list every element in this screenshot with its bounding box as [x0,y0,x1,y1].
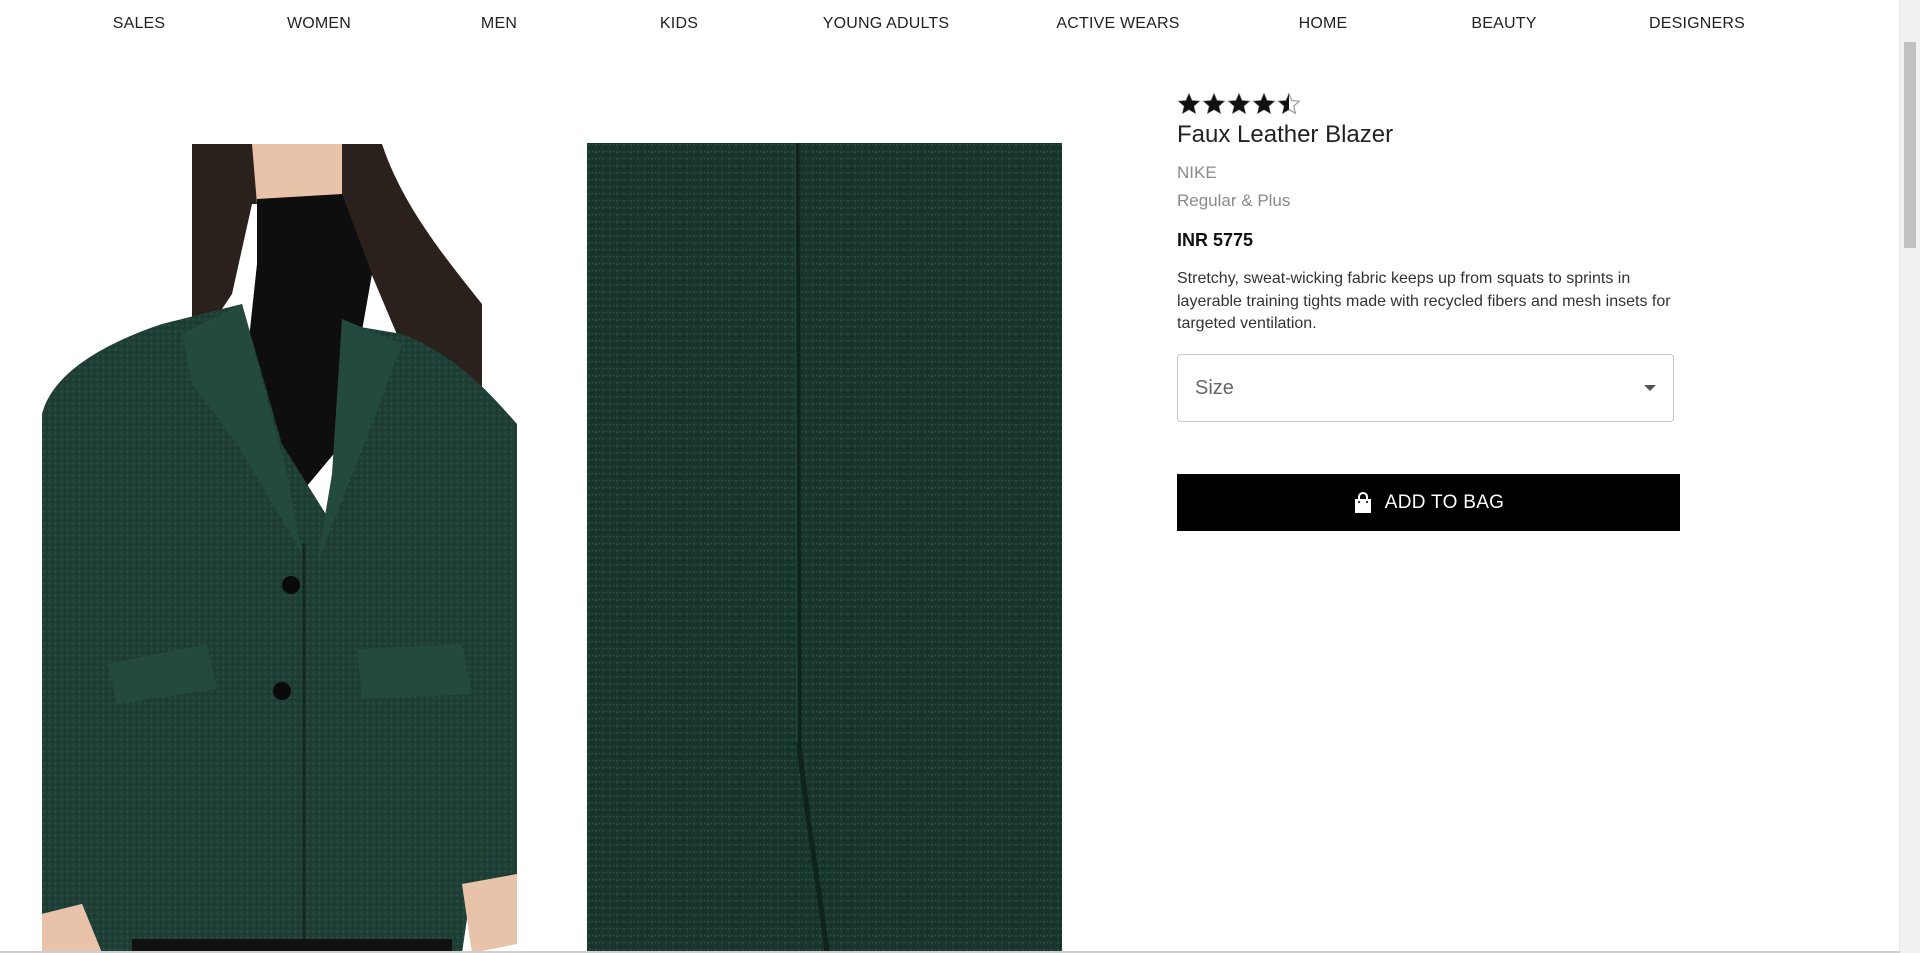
chevron-down-icon [1644,385,1656,391]
top-navigation: SALES WOMEN MEN KIDS YOUNG ADULTS ACTIVE… [0,0,1900,50]
nav-item-kids[interactable]: KIDS [660,15,698,33]
product-fit: Regular & Plus [1177,191,1291,210]
size-placeholder: Size [1195,377,1234,399]
nav-item-sales[interactable]: SALES [113,15,166,33]
star-full-icon [1177,92,1201,115]
nav-item-active-wears[interactable]: ACTIVE WEARS [1056,15,1179,33]
vertical-scrollbar[interactable] [1899,0,1920,953]
product-price: INR 5775 [1177,230,1254,250]
nav-item-beauty[interactable]: BEAUTY [1471,15,1536,33]
nav-item-men[interactable]: MEN [481,15,517,33]
nav-item-young-adults[interactable]: YOUNG ADULTS [823,15,950,33]
nav-item-home[interactable]: HOME [1299,15,1348,33]
product-image-fabric-closeup[interactable] [587,143,1062,953]
star-half-icon [1277,92,1301,115]
product-description: Stretchy, sweat-wicking fabric keeps up … [1177,270,1671,332]
product-brand: NIKE [1177,163,1217,182]
model-photo [42,144,517,953]
add-to-bag-label: ADD TO BAG [1384,491,1505,513]
star-full-icon [1227,92,1251,115]
star-full-icon [1252,92,1276,115]
shopping-bag-icon [1354,491,1371,513]
rating-stars [1177,92,1301,118]
add-to-bag-button[interactable]: ADD TO BAG [1177,474,1680,531]
nav-item-women[interactable]: WOMEN [287,15,351,33]
product-image-model[interactable] [42,144,517,953]
star-full-icon [1202,92,1226,115]
fabric-photo [587,143,1062,953]
product-title: Faux Leather Blazer [1177,121,1394,148]
size-select[interactable]: Size [1177,354,1674,422]
scrollbar-thumb[interactable] [1904,42,1916,248]
nav-item-designers[interactable]: DESIGNERS [1649,15,1745,33]
